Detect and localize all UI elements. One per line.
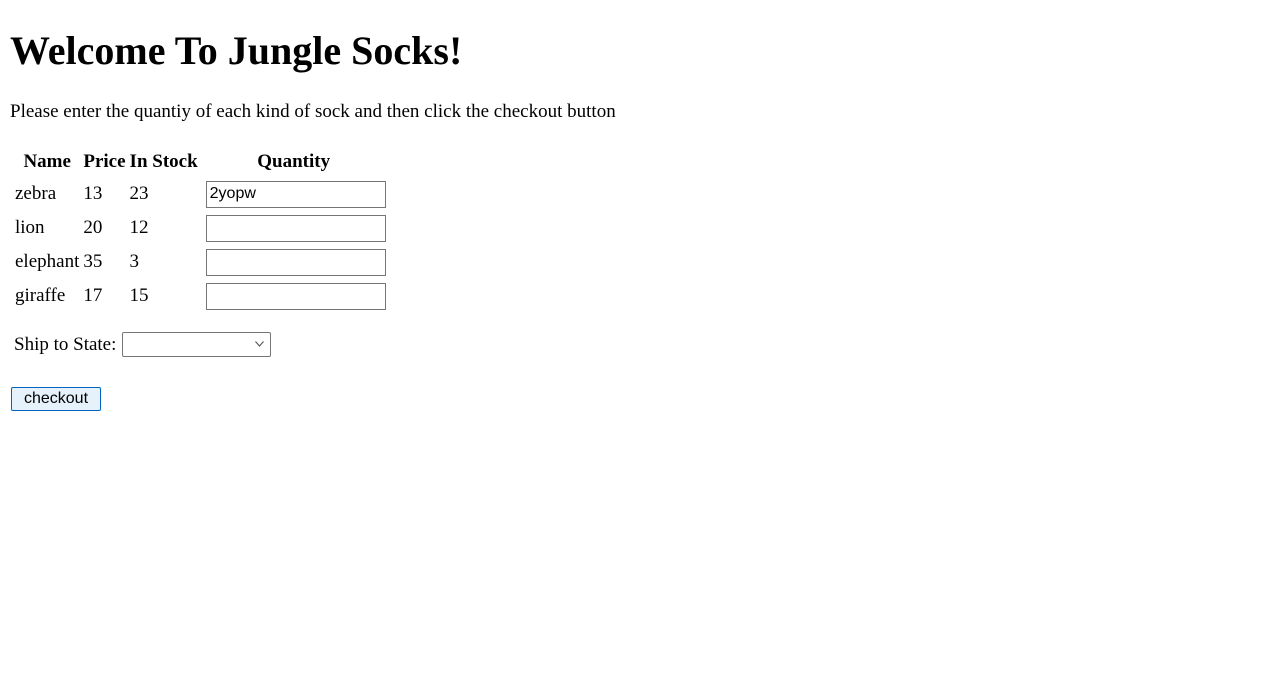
- sock-price: 17: [83, 285, 103, 306]
- table-header-row: Name Price In Stock Quantity: [14, 148, 387, 176]
- column-header-price: Price: [83, 151, 126, 172]
- quantity-input-lion[interactable]: [205, 214, 386, 242]
- page: Welcome To Jungle Socks! Please enter th…: [10, 0, 1287, 682]
- state-select[interactable]: [122, 332, 272, 357]
- chevron-down-icon: [255, 341, 265, 347]
- ship-to-state-label: Ship to State:: [14, 334, 117, 355]
- sock-name: giraffe: [15, 285, 66, 306]
- sock-in-stock: 12: [129, 217, 149, 238]
- table-row-lion: lion 20 12: [14, 212, 387, 244]
- quantity-cell: [201, 246, 387, 278]
- quantity-cell: [201, 178, 387, 210]
- column-header-name: Name: [23, 151, 71, 172]
- quantity-cell: [201, 280, 387, 312]
- checkout-button[interactable]: checkout: [11, 387, 101, 411]
- sock-name: elephant: [15, 251, 80, 272]
- quantity-cell: [201, 212, 387, 244]
- socks-table: Name Price In Stock Quantity zebra 13 23…: [12, 146, 389, 314]
- column-header-in-stock: In Stock: [129, 151, 198, 172]
- instructions-text: Please enter the quantiy of each kind of…: [10, 101, 616, 122]
- quantity-input-zebra[interactable]: [205, 180, 386, 208]
- sock-in-stock: 3: [129, 251, 140, 272]
- sock-price: 35: [83, 251, 103, 272]
- quantity-input-elephant[interactable]: [205, 248, 386, 276]
- sock-price: 20: [83, 217, 103, 238]
- sock-in-stock: 15: [129, 285, 149, 306]
- quantity-input-giraffe[interactable]: [205, 282, 386, 310]
- table-row-elephant: elephant 35 3: [14, 246, 387, 278]
- sock-name: lion: [15, 217, 45, 238]
- sock-in-stock: 23: [129, 183, 149, 204]
- ship-to-state-row: Ship to State:: [14, 332, 272, 357]
- sock-price: 13: [83, 183, 103, 204]
- table-row-giraffe: giraffe 17 15: [14, 280, 387, 312]
- column-header-quantity: Quantity: [257, 151, 331, 172]
- page-title: Welcome To Jungle Socks!: [10, 28, 463, 73]
- sock-name: zebra: [15, 183, 57, 204]
- table-row-zebra: zebra 13 23: [14, 178, 387, 210]
